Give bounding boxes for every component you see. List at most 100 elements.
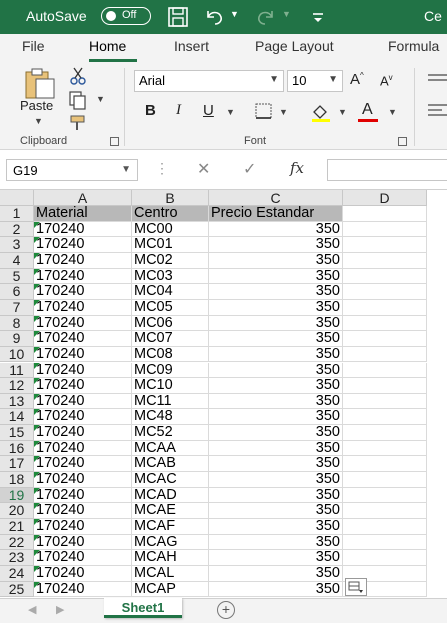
- table-cell[interactable]: MC07: [132, 331, 209, 347]
- table-cell[interactable]: [343, 534, 427, 551]
- table-cell[interactable]: MCAL: [132, 565, 209, 582]
- shrink-font-icon[interactable]: Av: [380, 73, 393, 88]
- table-cell[interactable]: MC06: [132, 315, 209, 332]
- row-header[interactable]: 13: [0, 393, 34, 410]
- tab-page-layout[interactable]: Page Layout: [255, 38, 334, 54]
- add-sheet-icon[interactable]: +: [217, 601, 235, 619]
- table-cell[interactable]: 350: [209, 409, 343, 426]
- clipboard-dialog-launcher[interactable]: [110, 137, 119, 146]
- table-cell[interactable]: MCAC: [132, 472, 209, 488]
- table-cell[interactable]: MC11: [132, 393, 209, 410]
- table-cell[interactable]: 350: [209, 503, 343, 519]
- row-header[interactable]: 16: [0, 440, 34, 457]
- table-cell[interactable]: MCAA: [132, 440, 209, 457]
- borders-icon[interactable]: [254, 102, 274, 120]
- worksheet-grid[interactable]: A B C D 1 Material Centro Precio Estandar 2 17024…: [0, 190, 447, 598]
- tab-home[interactable]: Home: [89, 38, 126, 54]
- font-size-select[interactable]: 10 ▼: [287, 70, 343, 92]
- tab-file[interactable]: File: [22, 38, 45, 54]
- table-cell[interactable]: 350: [209, 425, 343, 441]
- table-cell[interactable]: MC52: [132, 425, 209, 441]
- quick-analysis-icon[interactable]: [345, 578, 367, 596]
- table-cell[interactable]: 170240: [34, 581, 132, 598]
- table-cell[interactable]: MC05: [132, 299, 209, 316]
- row-header[interactable]: 8: [0, 315, 34, 332]
- table-cell[interactable]: [343, 425, 427, 441]
- select-all-corner[interactable]: [0, 190, 34, 206]
- format-painter-icon[interactable]: [68, 114, 88, 132]
- row-header[interactable]: 15: [0, 424, 34, 441]
- table-cell[interactable]: [343, 252, 427, 269]
- underline-button[interactable]: U: [203, 102, 214, 119]
- table-cell[interactable]: [343, 456, 427, 473]
- table-cell[interactable]: 350: [209, 284, 343, 300]
- row-header[interactable]: 19: [0, 487, 34, 504]
- table-cell[interactable]: [343, 503, 427, 519]
- table-cell[interactable]: MC10: [132, 378, 209, 394]
- table-cell[interactable]: 170240: [34, 472, 132, 488]
- table-cell[interactable]: 350: [209, 519, 343, 535]
- table-cell[interactable]: 170240: [34, 378, 132, 394]
- table-cell[interactable]: 170240: [34, 456, 132, 473]
- table-cell[interactable]: MC09: [132, 362, 209, 379]
- table-cell[interactable]: MC08: [132, 346, 209, 363]
- save-icon[interactable]: [166, 5, 190, 29]
- table-cell[interactable]: [343, 284, 427, 300]
- table-cell[interactable]: [343, 362, 427, 379]
- table-cell[interactable]: 350: [209, 362, 343, 379]
- table-cell[interactable]: [343, 440, 427, 457]
- table-cell[interactable]: 350: [209, 299, 343, 316]
- table-cell[interactable]: MCAD: [132, 487, 209, 504]
- align-left-icon[interactable]: [426, 102, 447, 120]
- fill-color-dropdown-icon[interactable]: ▼: [338, 107, 347, 117]
- table-cell[interactable]: 170240: [34, 534, 132, 551]
- table-cell[interactable]: MC03: [132, 268, 209, 285]
- enter-icon[interactable]: ✓: [243, 159, 256, 179]
- row-header[interactable]: 22: [0, 534, 34, 551]
- table-cell[interactable]: 170240: [34, 362, 132, 379]
- header-cell[interactable]: [343, 206, 427, 222]
- table-cell[interactable]: MC01: [132, 237, 209, 253]
- paste-label[interactable]: Paste: [20, 98, 53, 113]
- font-name-select[interactable]: Arial ▼: [134, 70, 284, 92]
- borders-dropdown-icon[interactable]: ▼: [279, 107, 288, 117]
- table-cell[interactable]: 170240: [34, 299, 132, 316]
- row-header[interactable]: 2: [0, 221, 34, 238]
- column-header-c[interactable]: C: [209, 190, 343, 206]
- row-header[interactable]: 4: [0, 252, 34, 269]
- table-cell[interactable]: [343, 331, 427, 347]
- grow-font-icon[interactable]: A^: [350, 71, 364, 88]
- redo-icon[interactable]: [254, 5, 278, 29]
- table-cell[interactable]: MC00: [132, 221, 209, 238]
- cancel-icon[interactable]: ✕: [197, 159, 210, 179]
- table-cell[interactable]: [343, 409, 427, 426]
- row-header[interactable]: 6: [0, 284, 34, 300]
- table-cell[interactable]: [343, 393, 427, 410]
- row-header[interactable]: 1: [0, 205, 34, 222]
- table-cell[interactable]: 350: [209, 252, 343, 269]
- table-cell[interactable]: 170240: [34, 346, 132, 363]
- row-header[interactable]: 10: [0, 346, 34, 363]
- formula-input[interactable]: [327, 159, 447, 181]
- paste-dropdown-icon[interactable]: ▼: [34, 116, 43, 126]
- table-cell[interactable]: 170240: [34, 565, 132, 582]
- formula-bar-grip-icon[interactable]: ⋮: [155, 160, 169, 177]
- table-cell[interactable]: 170240: [34, 440, 132, 457]
- table-cell[interactable]: 170240: [34, 550, 132, 566]
- table-cell[interactable]: MCAG: [132, 534, 209, 551]
- table-cell[interactable]: 170240: [34, 393, 132, 410]
- row-header[interactable]: 12: [0, 377, 34, 394]
- table-cell[interactable]: 170240: [34, 237, 132, 253]
- row-header[interactable]: 9: [0, 331, 34, 347]
- table-cell[interactable]: [343, 519, 427, 535]
- row-header[interactable]: 14: [0, 409, 34, 426]
- table-cell[interactable]: 170240: [34, 315, 132, 332]
- table-cell[interactable]: 170240: [34, 487, 132, 504]
- table-cell[interactable]: 350: [209, 221, 343, 238]
- table-cell[interactable]: 350: [209, 268, 343, 285]
- table-cell[interactable]: [343, 346, 427, 363]
- table-cell[interactable]: 350: [209, 393, 343, 410]
- table-cell[interactable]: MCAF: [132, 519, 209, 535]
- undo-dropdown-icon[interactable]: ▼: [230, 9, 239, 19]
- row-header[interactable]: 20: [0, 503, 34, 519]
